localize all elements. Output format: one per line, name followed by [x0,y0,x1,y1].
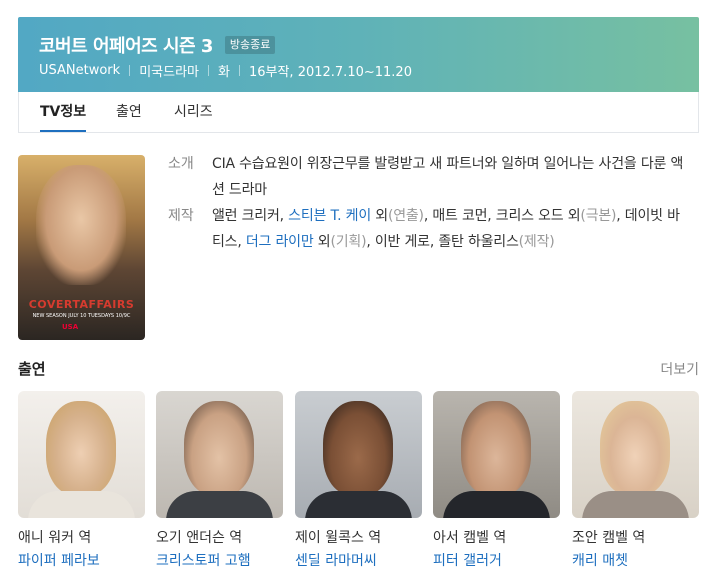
cast-actor-link[interactable]: 파이퍼 페라보 [18,550,145,570]
meta-divider [238,65,240,76]
intro-label: 소개 [168,156,194,172]
cast-photo-figure [600,401,670,496]
cast-actor-link[interactable]: 피터 갤러거 [433,550,560,570]
cast-photo-body [166,491,273,518]
cast-photo-figure [323,401,393,496]
program-meta: USANetwork 미국드라마 화 16부작, 2012.7.10~11.20 [39,61,412,80]
cast-section-header: 출연 더보기 [18,358,699,380]
credits-part: 앨런 크리커, [212,208,289,224]
credits-row: 제작 앨런 크리커, 스티븐 T. 케이 외(연출), 매트 코먼, 크리스 오… [168,203,688,255]
cast-photo-body [305,491,412,518]
cast-photo-body [582,491,689,518]
credit-role: (기획) [330,234,367,250]
program-title[interactable]: 코버트 어페어즈 시즌 3 [39,32,213,58]
more-link[interactable]: 더보기 [660,359,699,379]
cast-actor-link[interactable]: 센딜 라마머씨 [295,550,422,570]
broadcaster-link[interactable]: USANetwork [39,63,120,78]
cast-actor-link[interactable]: 캐리 매쳇 [572,550,699,570]
cast-section-title: 출연 [18,360,46,378]
credits-part: , 이반 게로, 졸탄 하울리스 [366,234,519,250]
cast-card[interactable]: 오기 앤더슨 역 크리스토퍼 고햄 [156,391,283,570]
intro-row: 소개 CIA 수습요원이 위장근무를 발령받고 새 파트너와 일하며 일어나는 … [168,151,688,203]
credit-role: (제작) [518,234,555,250]
cast-photo-figure [461,401,531,496]
cast-photo[interactable] [572,391,699,518]
cast-role: 아서 캠벨 역 [433,530,507,546]
cast-photo-body [443,491,550,518]
poster-image[interactable]: COVERTAFFAIRS NEW SEASON JULY 10 TUESDAY… [18,155,145,340]
cast-photo[interactable] [295,391,422,518]
cast-role: 제이 윌콕스 역 [295,530,382,546]
cast-photo-figure [46,401,116,496]
tab-tv-info[interactable]: TV정보 [40,92,87,132]
meta-divider [208,65,209,76]
cast-card[interactable]: 애니 워커 역 파이퍼 페라보 [18,391,145,570]
tab-cast[interactable]: 출연 [116,92,142,132]
episodes-period-text: 16부작, 2012.7.10~11.20 [248,65,412,80]
credits-label: 제작 [168,208,194,224]
status-badge: 방송종료 [224,36,276,54]
cast-photo[interactable] [433,391,560,518]
tab-series[interactable]: 시리즈 [174,92,213,132]
poster-title-text: COVERTAFFAIRS [28,298,135,311]
poster-face [36,165,126,285]
cast-role: 오기 앤더슨 역 [156,530,243,546]
program-header: 코버트 어페어즈 시즌 3 방송종료 USANetwork 미국드라마 화 16… [18,17,699,92]
credits-text: 앨런 크리커, 스티븐 T. 케이 외(연출), 매트 코먼, 크리스 오드 외… [212,203,688,255]
cast-photo-body [28,491,135,518]
cast-card[interactable]: 아서 캠벨 역 피터 갤러거 [433,391,560,570]
credits-part: , 매트 코먼, 크리스 오드 외 [423,208,581,224]
genre-text: 미국드라마 [139,65,199,80]
poster-logo: USA [62,323,79,331]
cast-photo[interactable] [18,391,145,518]
intro-text: CIA 수습요원이 위장근무를 발령받고 새 파트너와 일하며 일어나는 사건을… [212,156,684,198]
cast-role: 애니 워커 역 [18,530,92,546]
cast-photo[interactable] [156,391,283,518]
director-link[interactable]: 스티븐 T. 케이 [288,208,371,224]
planner-link[interactable]: 더그 라이만 [246,234,314,250]
meta-divider [129,65,131,76]
cast-card[interactable]: 제이 윌콕스 역 센딜 라마머씨 [295,391,422,570]
airday-text: 화 [218,65,230,80]
credits-part: 외 [313,234,331,250]
title-row: 코버트 어페어즈 시즌 3 방송종료 [39,32,276,58]
credit-role: (연출) [387,208,424,224]
cast-actor-link[interactable]: 크리스토퍼 고햄 [156,550,283,570]
cast-photo-figure [184,401,254,496]
cast-role: 조안 캠벨 역 [572,530,646,546]
credit-role: (극본) [580,208,617,224]
cast-card[interactable]: 조안 캠벨 역 캐리 매쳇 [572,391,699,570]
poster-sub-text: NEW SEASON JULY 10 TUESDAYS 10/9C [32,313,131,319]
tab-bar: TV정보 출연 시리즈 [18,92,699,133]
credits-part: 외 [371,208,388,224]
program-info: 소개 CIA 수습요원이 위장근무를 발령받고 새 파트너와 일하며 일어나는 … [168,151,688,255]
